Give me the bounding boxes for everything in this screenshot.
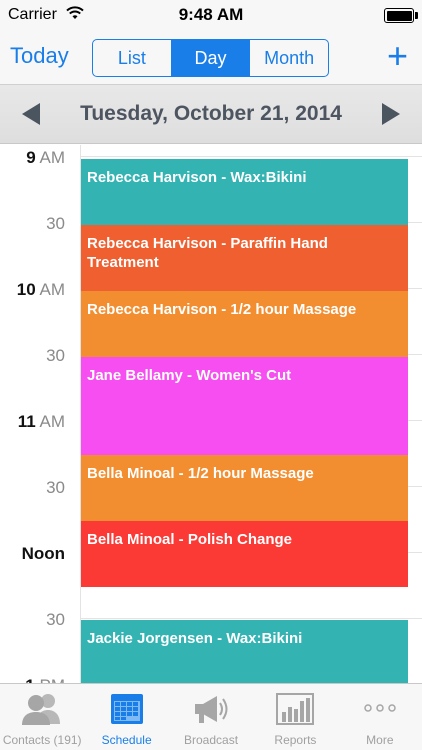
time-label-1pm: 1 PM	[0, 676, 65, 683]
next-day-icon[interactable]	[382, 103, 400, 125]
appointment-event[interactable]: Jane Bellamy - Women's Cut	[81, 357, 408, 455]
tab-more[interactable]: More	[338, 684, 422, 750]
more-icon	[362, 692, 398, 731]
tab-reports[interactable]: Reports	[253, 684, 337, 750]
date-bar: Tuesday, October 21, 2014	[0, 84, 422, 144]
status-time: 9:48 AM	[178, 5, 244, 24]
tab-schedule[interactable]: Schedule	[84, 684, 168, 750]
tab-broadcast-label: Broadcast	[184, 733, 239, 747]
time-label-10am: 10 AM	[16, 280, 65, 299]
today-button[interactable]: Today	[10, 43, 69, 69]
segment-list[interactable]: List	[93, 40, 172, 76]
calendar-icon	[109, 692, 145, 731]
hour-gridline	[80, 156, 422, 157]
megaphone-icon	[191, 692, 231, 731]
battery-tip	[415, 12, 418, 19]
appointment-event[interactable]: Rebecca Harvison - Paraffin Hand Treatme…	[81, 225, 408, 291]
contacts-icon	[20, 692, 64, 731]
time-label-noon: Noon	[21, 544, 65, 563]
time-label-11am: 11 AM	[17, 412, 65, 431]
time-label-1030: 30	[46, 346, 65, 365]
tab-reports-label: Reports	[274, 733, 317, 747]
appointment-event[interactable]: Bella Minoal - 1/2 hour Massage	[81, 455, 408, 521]
tab-contacts-label: Contacts (191)	[2, 733, 82, 747]
add-button[interactable]: +	[387, 34, 408, 78]
tab-schedule-label: Schedule	[101, 733, 152, 747]
segment-month[interactable]: Month	[250, 40, 328, 76]
time-label-1130: 30	[46, 478, 65, 497]
half-hour-gridline	[80, 618, 422, 619]
time-label-930: 30	[46, 214, 65, 233]
day-schedule[interactable]: 9 AM 30 10 AM 30 11 AM 30 Noon 30 1 PM R…	[0, 145, 422, 683]
date-title: Tuesday, October 21, 2014	[80, 102, 342, 125]
view-segmented-control: List Day Month	[92, 39, 329, 77]
segment-day[interactable]: Day	[171, 40, 251, 76]
bar-chart-icon	[275, 692, 315, 731]
tab-more-label: More	[366, 733, 394, 747]
appointment-event[interactable]: Jackie Jorgensen - Wax:Bikini	[81, 620, 408, 683]
appointment-event[interactable]: Rebecca Harvison - 1/2 hour Massage	[81, 291, 408, 357]
appointment-event[interactable]: Bella Minoal - Polish Change	[81, 521, 408, 587]
tab-broadcast[interactable]: Broadcast	[169, 684, 253, 750]
appointment-event[interactable]: Rebecca Harvison - Wax:Bikini	[81, 159, 408, 225]
time-label-1230: 30	[46, 610, 65, 629]
time-label-9am: 9 AM	[26, 148, 65, 167]
tab-contacts[interactable]: Contacts (191)	[0, 684, 84, 750]
navigation-bar: Today List Day Month +	[0, 30, 422, 84]
status-bar: Carrier 9:48 AM	[0, 0, 422, 30]
tab-bar: Contacts (191) Schedule Broadcast Report…	[0, 683, 422, 750]
battery-icon	[384, 8, 414, 23]
